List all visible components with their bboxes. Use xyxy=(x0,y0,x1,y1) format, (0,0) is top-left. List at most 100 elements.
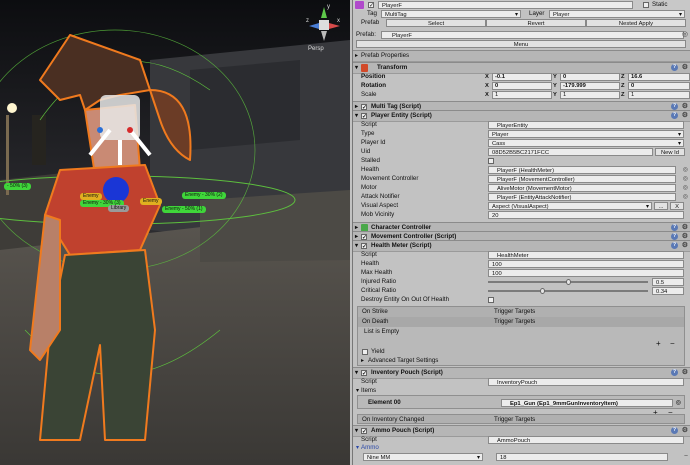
transform-icon xyxy=(361,64,368,72)
ammo-type-dropdown[interactable]: Nine MM xyxy=(363,453,483,461)
hm-destroy-row: Destroy Entity On Out Of Health xyxy=(353,295,690,305)
new-id-button[interactable]: New Id xyxy=(655,148,685,156)
menu-row: Menu xyxy=(353,39,690,49)
health-field[interactable]: 100 xyxy=(488,260,684,268)
component-enabled-checkbox[interactable] xyxy=(361,369,367,379)
nested-apply-button[interactable]: Nested Apply xyxy=(586,19,686,27)
on-inventory-changed-label: On Inventory Changed xyxy=(362,416,425,423)
critical-ratio-field[interactable]: 0.34 xyxy=(652,287,684,295)
position-x-field[interactable]: -0.1 xyxy=(492,73,552,81)
attack-notifier-field[interactable]: PlayerF (EntityAttackNotifier) xyxy=(488,193,676,201)
help-icon[interactable]: ? xyxy=(671,64,678,71)
component-enabled-checkbox[interactable] xyxy=(361,242,367,252)
injured-ratio-knob[interactable] xyxy=(566,279,571,285)
axis-x: X xyxy=(485,74,489,80)
scale-y-field[interactable]: 1 xyxy=(560,91,620,99)
enemy-tag: Enemy - 30% (2) xyxy=(182,192,226,199)
expand-arrow-icon: ▸ xyxy=(361,358,365,364)
health-object-field[interactable]: PlayerF (HealthMeter) xyxy=(488,166,676,174)
motor-field[interactable]: AliveMotor (MovementMotor) xyxy=(488,184,676,192)
help-icon[interactable]: ? xyxy=(671,369,678,376)
help-icon[interactable]: ? xyxy=(671,112,678,119)
axis-y-label: y xyxy=(327,4,330,10)
component-enabled-checkbox[interactable] xyxy=(361,427,367,437)
rotation-z-field[interactable]: 0 xyxy=(628,82,690,90)
rotation-x-field[interactable]: 0 xyxy=(492,82,552,90)
events-box: On Strike Trigger Targets On Death Trigg… xyxy=(357,306,685,366)
on-inventory-changed-box[interactable]: On Inventory Changed Trigger Targets xyxy=(357,414,685,424)
prefab-properties-label: Prefab Properties xyxy=(361,52,410,59)
position-y-field[interactable]: 0 xyxy=(560,73,620,81)
library-tag: Library xyxy=(108,205,130,212)
object-name-field[interactable]: PlayerF xyxy=(378,1,633,9)
mob-vicinity-field[interactable]: 20 xyxy=(488,211,684,219)
axis-z-label: z xyxy=(306,18,309,24)
prefab-properties-header[interactable]: ▸ Prefab Properties xyxy=(353,50,690,62)
script-field[interactable]: InventoryPouch xyxy=(488,378,684,386)
movement-controller-field[interactable]: PlayerF (MovementController) xyxy=(488,175,676,183)
static-checkbox[interactable] xyxy=(643,2,649,8)
scale-x-field[interactable]: 1 xyxy=(492,91,552,99)
component-enabled-checkbox[interactable] xyxy=(361,112,367,122)
help-icon[interactable]: ? xyxy=(671,427,678,434)
ap-ammo-entry-row: Nine MM 18 − xyxy=(353,452,690,462)
axis-z: Z xyxy=(621,92,625,98)
scale-label: Scale xyxy=(361,91,377,98)
critical-ratio-track[interactable] xyxy=(488,290,648,292)
revert-button[interactable]: Revert xyxy=(486,19,586,27)
axis-x: X xyxy=(485,83,489,89)
trigger-targets-label: Trigger Targets xyxy=(494,308,536,315)
trigger-targets-label: Trigger Targets xyxy=(494,416,536,423)
position-z-field[interactable]: 16.6 xyxy=(628,73,690,81)
active-checkbox[interactable] xyxy=(368,1,374,11)
enemy-tag: Enemy xyxy=(140,198,162,205)
axis-z: Z xyxy=(621,74,625,80)
clear-button[interactable]: X xyxy=(670,202,684,210)
on-strike-label: On Strike xyxy=(362,308,388,315)
tag-dropdown[interactable]: MultiTag xyxy=(381,10,521,18)
on-death-row[interactable]: On Death Trigger Targets xyxy=(358,317,684,327)
prefab-field[interactable]: PlayerF xyxy=(381,31,684,39)
ammo-count-field[interactable]: 18 xyxy=(496,453,668,461)
persp-label[interactable]: Persp xyxy=(308,46,324,52)
destroy-entity-label: Destroy Entity On Out Of Health xyxy=(361,296,450,303)
object-picker-icon[interactable]: ◎ xyxy=(676,398,681,408)
max-health-field[interactable]: 100 xyxy=(488,269,684,277)
advanced-row[interactable]: ▸ Advanced Target Settings xyxy=(358,356,684,366)
help-icon[interactable]: ? xyxy=(671,103,678,110)
help-icon[interactable]: ? xyxy=(671,224,678,231)
prefab-label: Prefab xyxy=(361,19,380,26)
injured-ratio-field[interactable]: 0.5 xyxy=(652,278,684,286)
select-button[interactable]: Select xyxy=(386,19,486,27)
scale-row: Scale X1 Y1 Z1 xyxy=(353,90,690,100)
advanced-target-settings-label: Advanced Target Settings xyxy=(368,357,439,364)
help-icon[interactable]: ? xyxy=(671,242,678,249)
layer-dropdown[interactable]: Player xyxy=(549,10,685,18)
axis-z: Z xyxy=(621,83,625,89)
remove-icon[interactable]: − xyxy=(684,452,688,462)
yield-checkbox[interactable] xyxy=(362,349,368,355)
stalled-checkbox[interactable] xyxy=(488,158,494,164)
player-id-dropdown[interactable]: Cass xyxy=(488,139,684,147)
prefab-cube-icon xyxy=(355,1,364,9)
inspector-panel: PlayerF Static Tag MultiTag Layer Player… xyxy=(352,0,690,465)
more-button[interactable]: ... xyxy=(654,202,668,210)
visual-aspect-dropdown[interactable]: Aspect (VisualAspect) xyxy=(488,202,652,210)
items-list: Element 00 Ep1_Gun (Ep1_9mmGunInventoryI… xyxy=(357,395,685,409)
on-strike-row[interactable]: On Strike Trigger Targets xyxy=(358,307,684,317)
scene-view[interactable]: - 50% (3) Enemy Enemy - 30% (2) Enemy - … xyxy=(0,0,350,465)
axis-x: X xyxy=(485,92,489,98)
uid-field[interactable]: 08D52B5BC2171FCC xyxy=(488,148,653,156)
scale-z-field[interactable]: 1 xyxy=(628,91,690,99)
type-dropdown[interactable]: Player xyxy=(488,130,684,138)
critical-ratio-knob[interactable] xyxy=(540,288,545,294)
expand-arrow-icon: ▸ xyxy=(355,53,359,59)
element-object-field[interactable]: Ep1_Gun (Ep1_9mmGunInventoryItem) xyxy=(501,399,673,407)
orientation-gizmo[interactable]: y z x Persp xyxy=(304,4,344,56)
script-field[interactable]: HealthMeter xyxy=(488,251,684,259)
destroy-entity-checkbox[interactable] xyxy=(488,297,494,303)
help-icon[interactable]: ? xyxy=(671,233,678,240)
rotation-y-field[interactable]: -179.999 xyxy=(560,82,620,90)
script-field[interactable]: PlayerEntity xyxy=(488,121,684,129)
menu-button[interactable]: Menu xyxy=(356,40,686,48)
